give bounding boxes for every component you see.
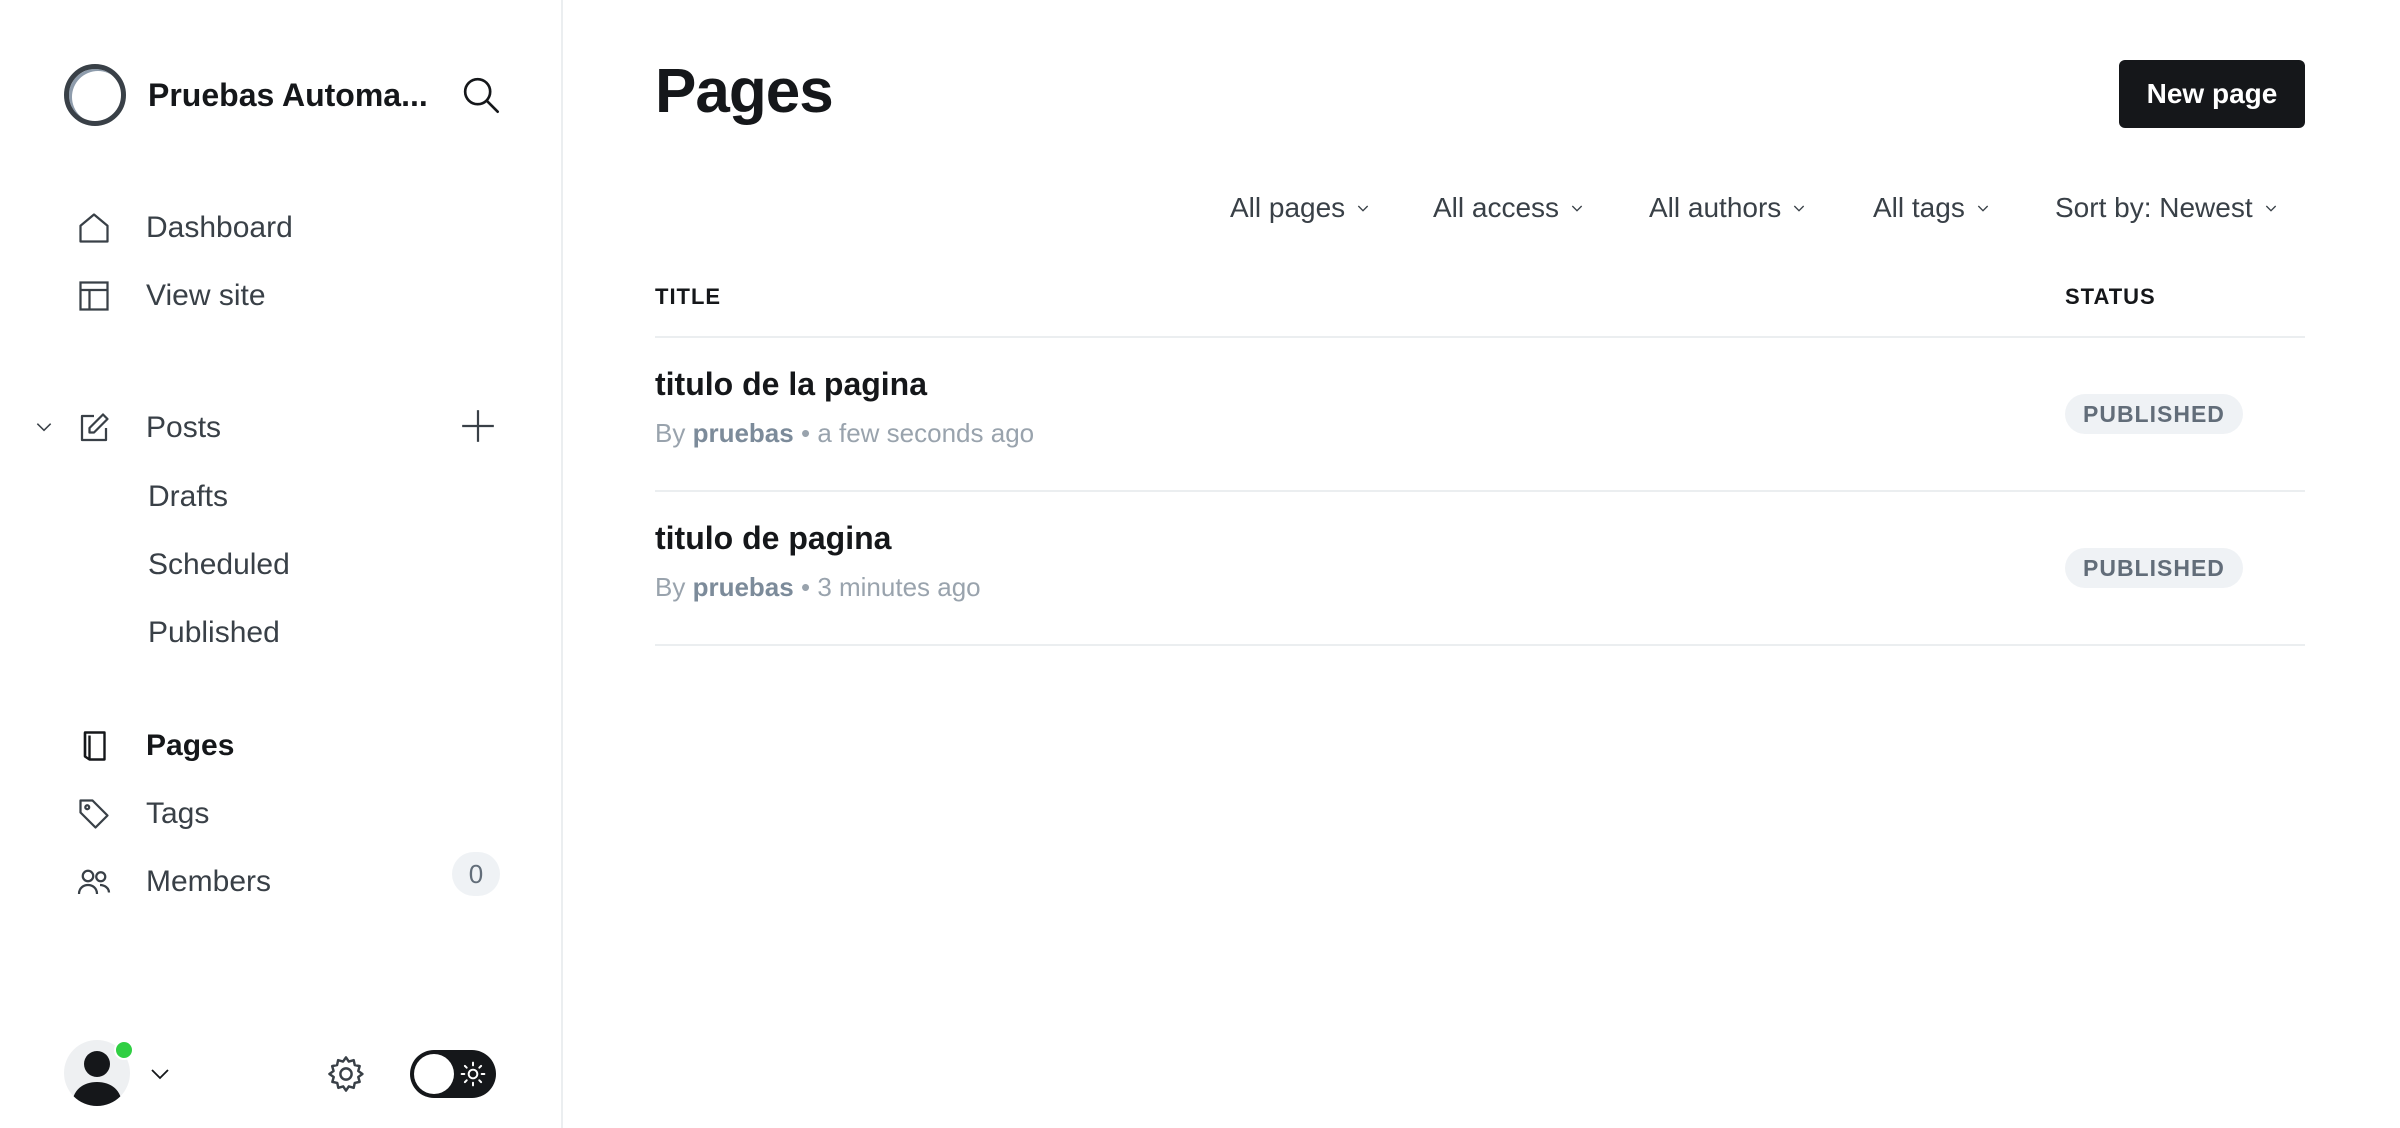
meta-by: By bbox=[655, 418, 686, 448]
table-row[interactable]: titulo de la pagina By pruebas • a few s… bbox=[655, 338, 2305, 488]
site-logo bbox=[64, 64, 126, 126]
tag-icon bbox=[74, 794, 114, 834]
column-header-status: STATUS bbox=[2065, 284, 2156, 309]
online-status-dot bbox=[114, 1040, 134, 1060]
members-count-badge: 0 bbox=[452, 852, 500, 896]
toggle-knob bbox=[414, 1054, 454, 1094]
page-row-title: titulo de la pagina bbox=[655, 366, 928, 402]
nav-item-published[interactable]: Published bbox=[148, 608, 280, 658]
nav-label-tags: Tags bbox=[146, 797, 210, 830]
page-row-title: titulo de pagina bbox=[655, 520, 892, 556]
page-title: Pages bbox=[655, 57, 834, 126]
sort-dropdown[interactable]: Sort by: Newest bbox=[2055, 188, 2279, 228]
book-icon bbox=[74, 726, 114, 766]
gear-icon bbox=[328, 1056, 364, 1092]
layout-icon bbox=[74, 276, 114, 316]
edit-icon bbox=[74, 408, 114, 448]
meta-separator: • bbox=[800, 418, 811, 448]
nav-item-tags[interactable]: Tags bbox=[74, 786, 504, 842]
filter-authors-dropdown[interactable]: All authors bbox=[1649, 188, 1807, 228]
chevron-down-icon bbox=[1569, 200, 1585, 216]
site-name: Pruebas Automa... bbox=[148, 76, 428, 113]
search-icon bbox=[463, 77, 499, 113]
meta-author: pruebas bbox=[692, 572, 794, 602]
main-content: Pages New page All pages All access All … bbox=[563, 0, 2400, 1128]
table-divider bbox=[655, 644, 2305, 646]
sun-icon bbox=[460, 1061, 486, 1087]
meta-time: a few seconds ago bbox=[817, 418, 1035, 448]
meta-author: pruebas bbox=[692, 418, 794, 448]
nav-item-view-site[interactable]: View site bbox=[74, 268, 504, 324]
plus-icon bbox=[462, 410, 494, 442]
meta-time: 3 minutes ago bbox=[817, 572, 981, 602]
meta-separator: • bbox=[800, 572, 811, 602]
nav-item-members[interactable]: Members bbox=[74, 854, 504, 910]
page-row-meta: By pruebas • 3 minutes ago bbox=[655, 572, 981, 603]
page-row-meta: By pruebas • a few seconds ago bbox=[655, 418, 1034, 449]
sidebar: Pruebas Automa... Dashboard View site Po… bbox=[0, 0, 563, 1128]
members-icon bbox=[74, 862, 114, 902]
nav-label-posts: Posts bbox=[146, 411, 222, 444]
chevron-down-icon bbox=[151, 1069, 169, 1080]
chevron-down-icon bbox=[2263, 200, 2279, 216]
status-badge: PUBLISHED bbox=[2065, 548, 2243, 588]
filter-tags-dropdown[interactable]: All tags bbox=[1873, 188, 1991, 228]
filter-access-label: All access bbox=[1433, 192, 1560, 223]
settings-button[interactable] bbox=[324, 1052, 368, 1096]
theme-toggle[interactable] bbox=[410, 1050, 496, 1098]
table-row[interactable]: titulo de pagina By pruebas • 3 minutes … bbox=[655, 492, 2305, 642]
nav-item-posts[interactable]: Posts bbox=[74, 400, 434, 456]
nav-item-pages[interactable]: Pages bbox=[74, 718, 504, 774]
meta-by: By bbox=[655, 572, 686, 602]
posts-collapse-toggle[interactable] bbox=[30, 413, 58, 441]
nav-label-pages: Pages bbox=[146, 729, 235, 762]
chevron-down-icon bbox=[1355, 200, 1371, 216]
nav-item-scheduled[interactable]: Scheduled bbox=[148, 540, 290, 590]
new-page-button[interactable]: New page bbox=[2119, 60, 2305, 128]
search-button[interactable] bbox=[458, 72, 504, 118]
sort-label: Sort by: Newest bbox=[2055, 192, 2253, 223]
filter-authors-label: All authors bbox=[1649, 192, 1782, 223]
nav-label-dashboard: Dashboard bbox=[146, 211, 293, 244]
site-brand[interactable]: Pruebas Automa... bbox=[64, 62, 504, 128]
chevron-down-icon bbox=[36, 423, 52, 432]
user-menu-toggle[interactable] bbox=[146, 1060, 174, 1088]
status-badge: PUBLISHED bbox=[2065, 394, 2243, 434]
home-icon bbox=[74, 208, 114, 248]
nav-label-view-site: View site bbox=[146, 279, 266, 312]
filter-type-label: All pages bbox=[1230, 192, 1346, 223]
chevron-down-icon bbox=[1791, 200, 1807, 216]
filter-tags-label: All tags bbox=[1873, 192, 1965, 223]
filter-type-dropdown[interactable]: All pages bbox=[1230, 188, 1371, 228]
filter-access-dropdown[interactable]: All access bbox=[1433, 188, 1585, 228]
chevron-down-icon bbox=[1975, 200, 1991, 216]
nav-item-dashboard[interactable]: Dashboard bbox=[74, 200, 504, 256]
nav-item-drafts[interactable]: Drafts bbox=[148, 472, 228, 522]
column-header-title: TITLE bbox=[655, 284, 722, 309]
nav-label-members: Members bbox=[146, 865, 272, 898]
new-post-button[interactable] bbox=[456, 404, 500, 448]
